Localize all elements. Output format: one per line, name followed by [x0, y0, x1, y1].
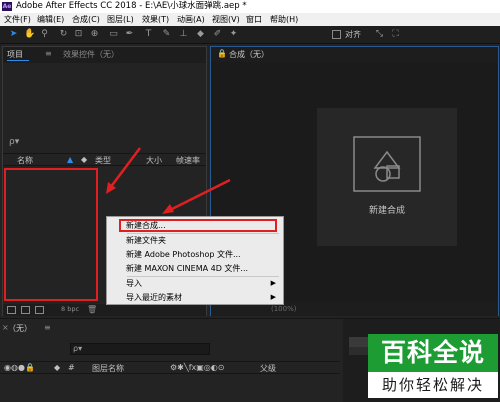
zoom-tool-icon[interactable]: ⚲ — [39, 29, 50, 40]
watermark-logo: 百科全说 助你轻松解决 — [368, 334, 498, 398]
new-composition-label: 新建合成 — [368, 206, 405, 216]
tab-timeline[interactable]: （无） — [8, 323, 32, 334]
annotation-arrow-2 — [169, 178, 231, 212]
tab-composition[interactable]: 合成（无） — [229, 49, 269, 60]
composition-tab-bar: 🔒 合成（无） — [211, 47, 498, 62]
label-tag-icon[interactable]: ◆ — [81, 155, 87, 164]
menu-item-label: 导入最近的素材 — [126, 293, 182, 302]
hand-tool-icon[interactable]: ✋ — [24, 29, 35, 40]
column-name[interactable]: 名称 — [17, 155, 33, 166]
menu-item-new-cinema4d-file[interactable]: 新建 MAXON CINEMA 4D 文件... — [108, 262, 282, 275]
context-menu: 新建合成... 新建文件夹 新建 Adobe Photoshop 文件... 新… — [106, 216, 284, 305]
tools-toolbar: ➤ ✋ ⚲ ↻ ⊡ ⊕ ▭ ✒ T ✎ ⊥ ◆ ✐ ✦ 对齐 ⤡ ⛶ — [0, 26, 500, 44]
menu-effect[interactable]: 效果(T) — [142, 13, 169, 26]
submenu-arrow-icon: ▶ — [270, 293, 276, 301]
annotation-highlight-box — [4, 168, 98, 301]
pen-tool-icon[interactable]: ✒ — [124, 29, 135, 40]
menu-composition[interactable]: 合成(C) — [72, 13, 100, 26]
watermark-main-text: 百科全说 — [368, 334, 498, 372]
label-tag-icon[interactable]: ◆ — [54, 363, 60, 372]
snap-options-icon[interactable]: ⤡ — [374, 29, 385, 40]
menu-item-label: 新建 Adobe Photoshop 文件... — [126, 250, 241, 259]
timeline-search[interactable]: ρ▾ — [70, 343, 210, 355]
av-features-icons[interactable]: ◉◍●🔒 — [4, 363, 35, 372]
project-tab-bar: 项目 ≡ 效果控件（无） — [3, 47, 206, 63]
new-composition-card[interactable]: 新建合成 — [317, 108, 457, 246]
interpret-footage-icon[interactable] — [7, 306, 16, 314]
new-folder-icon[interactable] — [21, 306, 30, 314]
menu-item-label: 新建文件夹 — [126, 236, 166, 245]
puppet-tool-icon[interactable]: ✦ — [228, 29, 239, 40]
tab-project[interactable]: 项目 — [7, 49, 23, 60]
active-tab-indicator — [7, 60, 29, 61]
tab-effect-controls[interactable]: 效果控件（无） — [63, 49, 119, 60]
menu-animation[interactable]: 动画(A) — [177, 13, 205, 26]
submenu-arrow-icon: ▶ — [270, 279, 276, 287]
menu-help[interactable]: 帮助(H) — [270, 13, 298, 26]
type-tool-icon[interactable]: T — [143, 29, 154, 40]
menu-edit[interactable]: 编辑(E) — [37, 13, 64, 26]
color-depth-label[interactable]: 8 bpc — [61, 305, 79, 313]
after-effects-app-icon: Ae — [2, 2, 12, 11]
annotation-arrows — [106, 147, 231, 214]
new-composition-icon — [353, 136, 421, 192]
project-footer: 8 bpc 🗑 — [3, 304, 206, 316]
lock-icon[interactable]: 🔒 — [217, 49, 227, 58]
timeline-column-header: ◉◍●🔒 ◆ # 图层名称 ⚙✱╲fx▣◎◐⊙ 父级 — [0, 361, 340, 374]
annotation-arrow-2-head — [162, 204, 174, 214]
menu-window[interactable]: 窗口 — [246, 13, 262, 26]
selection-tool-icon[interactable]: ➤ — [8, 29, 19, 40]
menu-item-label: 新建 MAXON CINEMA 4D 文件... — [126, 264, 249, 273]
menu-layer[interactable]: 图层(L) — [107, 13, 134, 26]
snap-checkbox[interactable] — [332, 30, 341, 39]
column-parent[interactable]: 父级 — [260, 363, 276, 374]
switches-icons[interactable]: ⚙✱╲fx▣◎◐⊙ — [170, 363, 224, 372]
rotate-tool-icon[interactable]: ↻ — [58, 29, 69, 40]
menu-file[interactable]: 文件(F) — [4, 13, 31, 26]
eraser-tool-icon[interactable]: ◆ — [195, 29, 206, 40]
new-composition-icon[interactable] — [35, 306, 44, 314]
column-layer-name[interactable]: 图层名称 — [92, 363, 124, 374]
annotation-arrow-1 — [109, 147, 141, 189]
search-icon: ρ▾ — [73, 344, 83, 353]
roto-brush-tool-icon[interactable]: ✐ — [212, 29, 223, 40]
sort-ascending-icon[interactable]: ▲ — [67, 155, 73, 164]
window-title: Adobe After Effects CC 2018 - E:\AE\小球水面… — [16, 1, 247, 11]
snap-grid-icon[interactable]: ⛶ — [390, 29, 401, 40]
clone-stamp-tool-icon[interactable]: ⊥ — [178, 29, 189, 40]
column-index[interactable]: # — [68, 363, 75, 372]
menu-view[interactable]: 视图(V) — [212, 13, 240, 26]
pan-behind-tool-icon[interactable]: ⊕ — [89, 29, 100, 40]
menu-bar: 文件(F) 编辑(E) 合成(C) 图层(L) 效果(T) 动画(A) 视图(V… — [0, 13, 500, 26]
brush-tool-icon[interactable]: ✎ — [161, 29, 172, 40]
menu-item-label: 导入 — [126, 279, 142, 288]
panel-menu-icon[interactable]: ≡ — [45, 49, 52, 58]
rectangle-tool-icon[interactable]: ▭ — [108, 29, 119, 40]
watermark-sub-text: 助你轻松解决 — [368, 372, 498, 398]
menu-item-new-folder[interactable]: 新建文件夹 — [108, 234, 282, 247]
magnification-label[interactable]: (100%) — [271, 305, 296, 313]
delete-icon[interactable]: 🗑 — [87, 305, 97, 314]
title-bar: Ae Adobe After Effects CC 2018 - E:\AE\小… — [0, 0, 500, 13]
annotation-menu-highlight — [119, 219, 277, 232]
menu-item-new-photoshop-file[interactable]: 新建 Adobe Photoshop 文件... — [108, 248, 282, 261]
camera-tool-icon[interactable]: ⊡ — [73, 29, 84, 40]
menu-item-import-recent[interactable]: 导入最近的素材 ▶ — [108, 291, 282, 304]
search-icon: ρ▾ — [9, 137, 20, 147]
menu-item-import[interactable]: 导入 ▶ — [108, 277, 282, 290]
panel-menu-icon[interactable]: ≡ — [44, 323, 51, 332]
snap-label: 对齐 — [345, 30, 361, 39]
